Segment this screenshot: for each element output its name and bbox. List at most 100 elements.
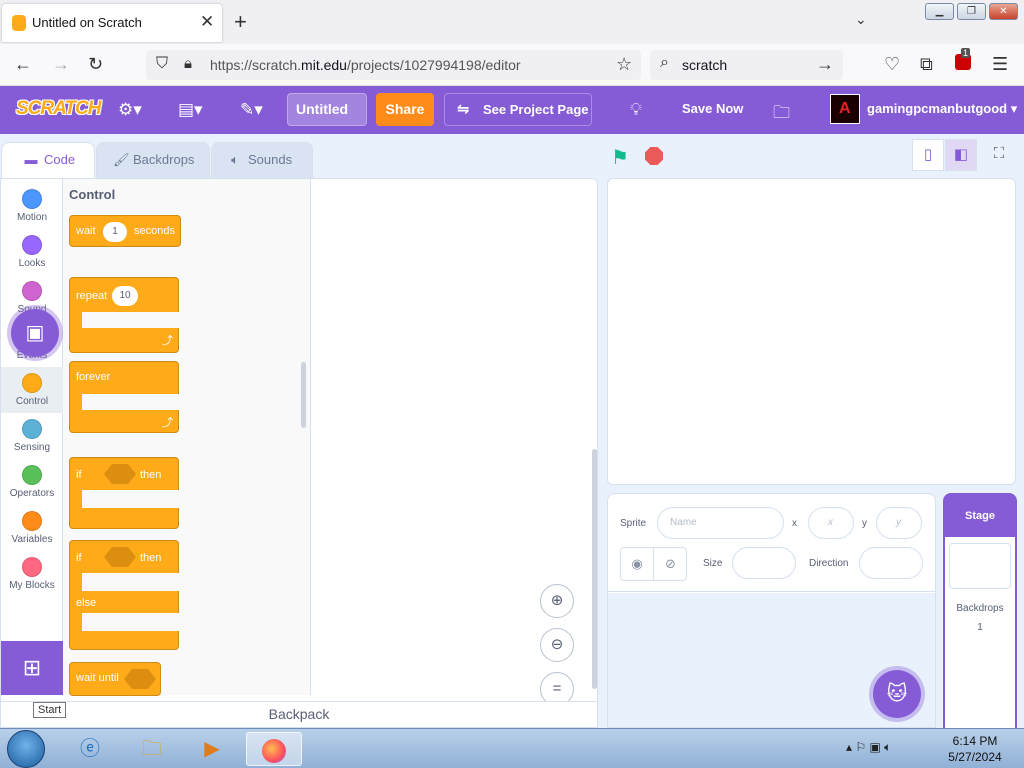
forward-arrow-icon[interactable]: →: [52, 54, 70, 75]
backdrops-count: 1: [977, 622, 983, 633]
edit-menu-icon[interactable]: ✎▾: [240, 100, 263, 120]
ublock-extension-icon[interactable]: 1: [955, 48, 971, 75]
fullscreen-button[interactable]: ⛶: [983, 139, 1015, 171]
new-tab-icon[interactable]: +: [234, 9, 247, 35]
forever-block[interactable]: forever ⤴: [69, 361, 180, 433]
show-eye-icon[interactable]: ◉: [621, 548, 654, 580]
y-position-input[interactable]: y: [876, 507, 922, 539]
stop-sign-icon[interactable]: [645, 147, 663, 165]
minimize-window-button[interactable]: ▁: [925, 3, 954, 20]
sound-dot-icon: [22, 281, 42, 301]
green-flag-icon[interactable]: ⚑: [611, 145, 629, 170]
file-menu-icon[interactable]: ▤▾: [178, 100, 203, 120]
category-operators[interactable]: Operators: [1, 459, 63, 505]
zoom-in-button[interactable]: ⊕: [540, 584, 574, 618]
if-else-bottom-mouth: [82, 613, 180, 631]
back-arrow-icon[interactable]: ←: [14, 54, 32, 75]
internet-explorer-icon[interactable]: ⓔ: [62, 732, 118, 766]
shield-icon[interactable]: ⛉: [156, 55, 168, 73]
normal-stage-icon: ◧: [953, 146, 969, 163]
file-explorer-icon[interactable]: 🗀: [124, 732, 180, 766]
restore-window-button[interactable]: ❐: [957, 3, 986, 20]
stage-selector[interactable]: Stage Backdrops 1 ▣: [11, 309, 1017, 728]
category-control[interactable]: Control: [1, 367, 63, 413]
extensions-icon[interactable]: ⧉: [920, 54, 933, 75]
start-button[interactable]: [7, 730, 45, 768]
settings-gear-icon[interactable]: ⚙▾: [118, 100, 142, 120]
search-icon: ⌕: [660, 54, 669, 71]
category-my-blocks[interactable]: My Blocks: [1, 551, 63, 597]
browser-tab[interactable]: Untitled on Scratch ✕: [2, 4, 222, 42]
my-blocks-dot-icon: [22, 557, 42, 577]
see-project-page-button[interactable]: ⇋ See Project Page: [444, 93, 592, 126]
x-position-input[interactable]: x: [808, 507, 854, 539]
pocket-icon[interactable]: ♡: [884, 54, 900, 75]
taskbar-clock[interactable]: 6:14 PM 5/27/2024: [940, 733, 1010, 765]
wait-until-block[interactable]: wait until: [69, 662, 161, 696]
list-all-tabs-icon[interactable]: ⌄: [855, 11, 867, 28]
if-then-block[interactable]: if then: [69, 457, 180, 529]
tab-sounds[interactable]: 🔈︎ Sounds: [211, 142, 313, 178]
looks-dot-icon: [22, 235, 42, 255]
palette-section-title: Control: [69, 187, 116, 202]
project-title-input[interactable]: Untitled: [287, 93, 367, 126]
scratch-logo[interactable]: SCRATCH: [16, 98, 101, 120]
if-then-else-block[interactable]: if then else: [69, 540, 180, 650]
bookmark-star-icon[interactable]: ☆: [616, 54, 632, 75]
backpack[interactable]: Backpack: [0, 701, 598, 728]
url-bar[interactable]: ⛉ 🔒︎ https://scratch.mit.edu/projects/10…: [146, 50, 641, 80]
direction-input[interactable]: [859, 547, 923, 579]
hamburger-menu-icon[interactable]: ☰: [992, 54, 1008, 75]
forever-mouth: [82, 394, 180, 410]
system-tray-icons[interactable]: ▴ ⚐ ▣ 🔈︎: [846, 740, 891, 755]
hide-eye-icon[interactable]: ⊘: [654, 548, 687, 580]
search-bar[interactable]: ⌕ scratch →: [650, 50, 843, 80]
repeat-mouth: [82, 312, 180, 328]
operators-dot-icon: [22, 465, 42, 485]
lock-icon[interactable]: 🔒︎: [184, 55, 192, 72]
media-player-icon[interactable]: ▶: [184, 732, 240, 766]
my-stuff-folder-icon[interactable]: 🗀: [773, 100, 790, 129]
if-else-top-mouth: [82, 573, 180, 591]
start-tooltip: Start: [33, 702, 67, 718]
size-input[interactable]: [732, 547, 796, 579]
cat-face-icon: 🐱︎: [886, 683, 908, 705]
firefox-icon[interactable]: [246, 732, 302, 766]
speaker-icon: 🔈︎: [231, 152, 239, 167]
user-avatar[interactable]: [830, 94, 860, 124]
zoom-out-button[interactable]: ⊖: [540, 628, 574, 662]
repeat-block[interactable]: repeat 10 ⤴: [69, 277, 180, 353]
wait-until-condition-slot[interactable]: [124, 669, 156, 689]
search-go-arrow-icon[interactable]: →: [816, 54, 834, 75]
small-stage-button[interactable]: ▯: [912, 139, 944, 171]
category-motion[interactable]: Motion: [1, 183, 63, 229]
stage-thumbnail[interactable]: [949, 543, 1011, 589]
username-menu[interactable]: gamingpcmanbutgood ▾: [867, 101, 1017, 117]
choose-sprite-button[interactable]: 🐱︎: [873, 670, 921, 718]
wait-seconds-input[interactable]: 1: [103, 222, 127, 242]
close-tab-icon[interactable]: ✕: [200, 12, 214, 32]
palette-scrollbar[interactable]: [301, 362, 306, 428]
close-window-button[interactable]: ✕: [989, 3, 1018, 20]
stage-canvas[interactable]: [607, 178, 1016, 485]
share-button[interactable]: Share: [376, 93, 434, 126]
script-workspace[interactable]: ⊕ ⊖ =: [312, 179, 597, 706]
category-sensing[interactable]: Sensing: [1, 413, 63, 459]
sprite-name-input[interactable]: Name: [657, 507, 784, 539]
choose-backdrop-button[interactable]: ▣: [11, 309, 59, 357]
theme-lightbulb-icon[interactable]: 💡︎: [630, 100, 642, 120]
save-now-button[interactable]: Save Now: [682, 101, 743, 116]
workspace-scrollbar[interactable]: [592, 449, 597, 689]
normal-stage-button[interactable]: ◧: [945, 139, 977, 171]
if-condition-slot[interactable]: [104, 464, 136, 484]
wait-seconds-block[interactable]: wait 1 seconds: [69, 215, 181, 247]
tab-backdrops[interactable]: 🖌︎ Backdrops: [96, 142, 210, 178]
if-else-condition-slot[interactable]: [104, 547, 136, 567]
reload-icon[interactable]: ↻: [88, 54, 103, 75]
repeat-count-input[interactable]: 10: [112, 286, 138, 306]
backdrops-label: Backdrops: [956, 603, 1004, 614]
add-extension-button[interactable]: ⊞: [1, 641, 63, 695]
tab-code[interactable]: ▬ Code: [1, 142, 95, 179]
category-variables[interactable]: Variables: [1, 505, 63, 551]
category-looks[interactable]: Looks: [1, 229, 63, 275]
